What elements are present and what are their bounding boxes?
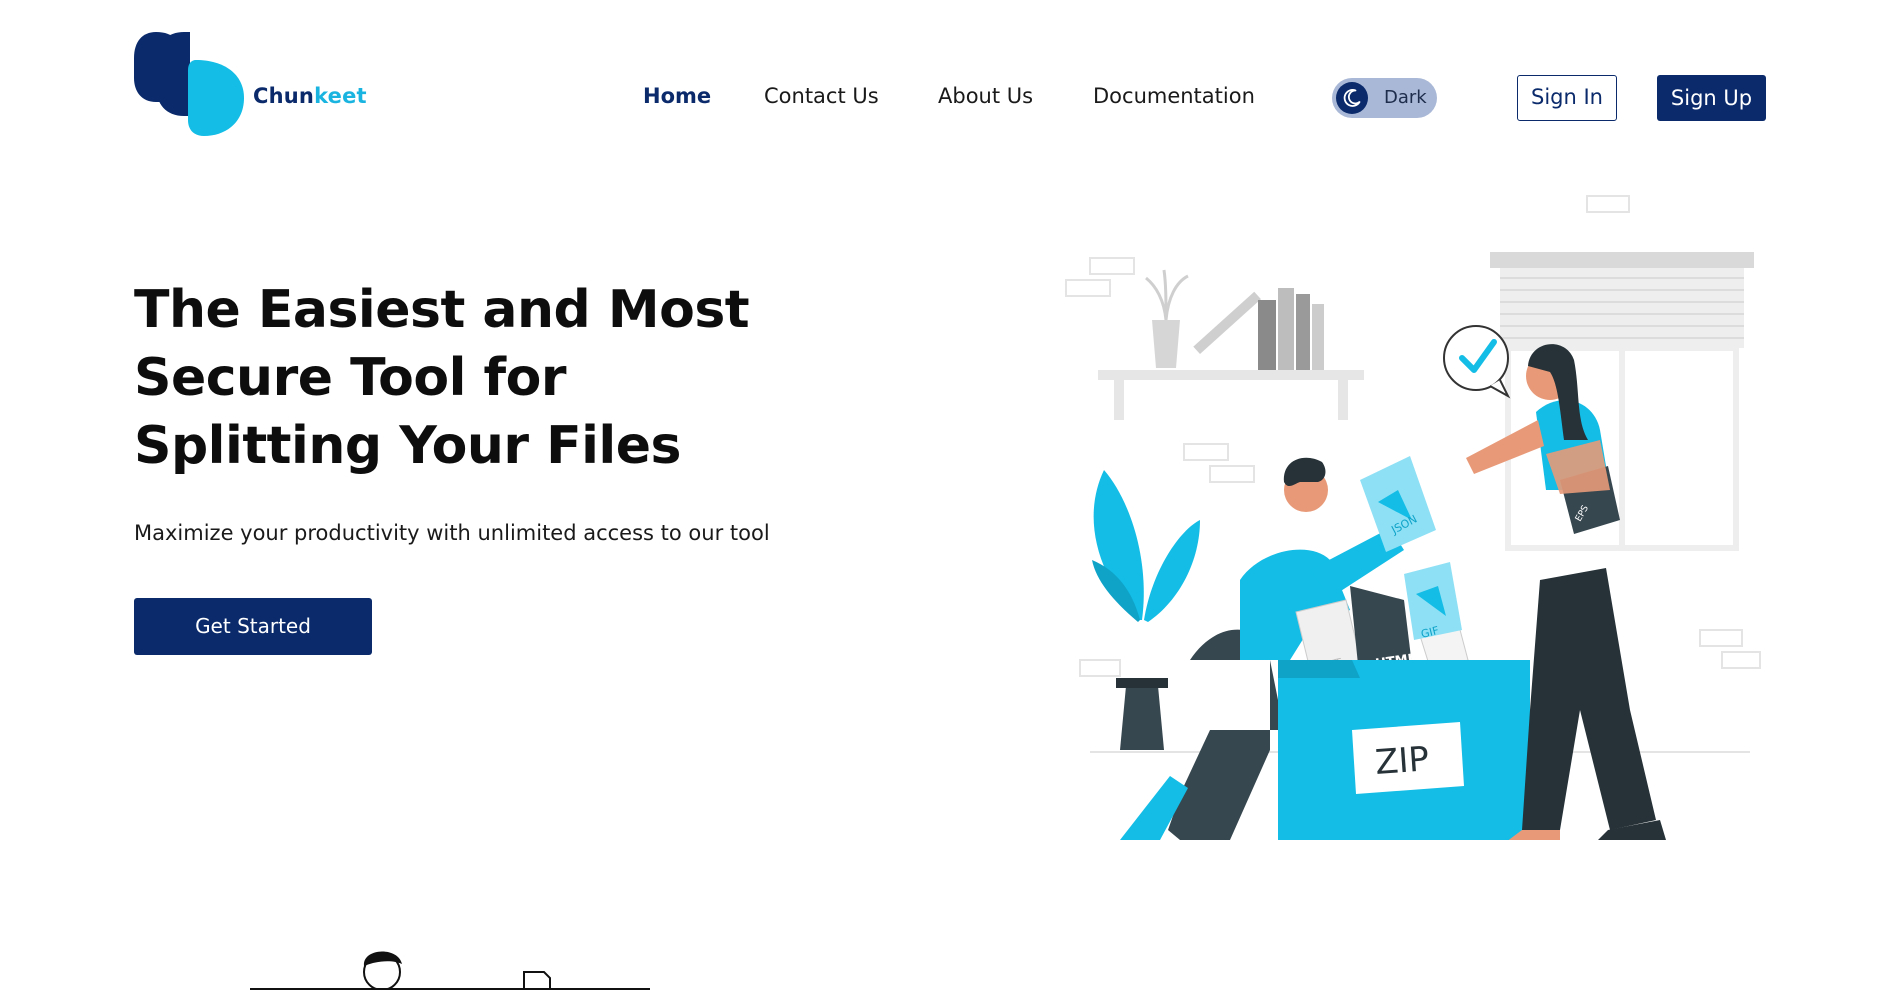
potted-plant [1092, 470, 1200, 750]
shelf [1098, 269, 1364, 420]
nav-home-link[interactable]: Home [643, 84, 711, 108]
nav-contact-link[interactable]: Contact Us [764, 84, 879, 108]
zip-label: ZIP [1374, 739, 1430, 783]
nav-about-link[interactable]: About Us [938, 84, 1033, 108]
brand-name: Chunkeet [253, 84, 367, 108]
hero-illustration: HTML TXT JSON GIF ZIP [1065, 195, 1761, 840]
brand-name-part1: Chun [253, 84, 315, 108]
hero-subtitle: Maximize your productivity with unlimite… [134, 521, 770, 545]
landing-page: Chunkeet Home Contact Us About Us Docume… [0, 0, 1898, 990]
sign-up-button[interactable]: Sign Up [1657, 75, 1766, 121]
toggle-label: Dark [1384, 87, 1427, 108]
next-section-illustration [250, 951, 650, 990]
zip-box: ZIP [1278, 660, 1530, 840]
brand-logo[interactable]: Chunkeet [134, 30, 367, 136]
toggle-knob [1336, 82, 1368, 114]
get-started-button[interactable]: Get Started [134, 598, 372, 655]
sign-in-button[interactable]: Sign In [1517, 75, 1617, 121]
logo-mark-icon [134, 32, 244, 136]
window [1490, 252, 1754, 551]
hero-title: The Easiest and Most Secure Tool for Spl… [134, 280, 750, 476]
moon-icon [1343, 89, 1361, 107]
checkmark-bubble-icon [1443, 325, 1511, 399]
brand-name-part2: keet [314, 84, 367, 108]
dark-mode-toggle[interactable]: Dark [1332, 78, 1437, 118]
nav-documentation-link[interactable]: Documentation [1093, 84, 1255, 108]
